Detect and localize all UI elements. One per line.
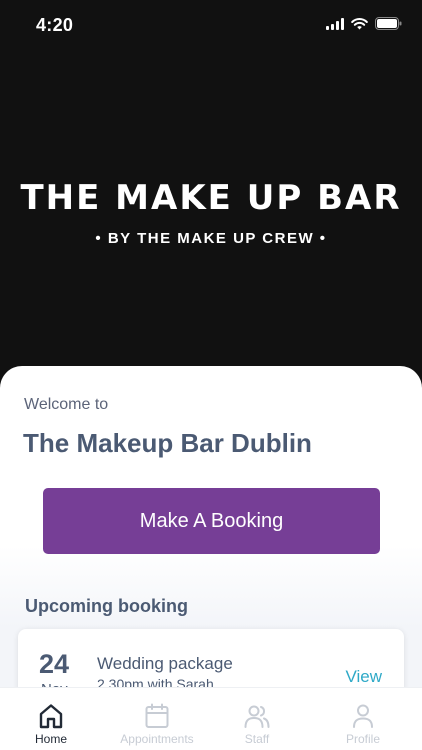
status-icons [326, 17, 402, 30]
brand-logo: THE MAKE UP BAR • BY THE MAKE UP CREW • [0, 178, 422, 247]
tab-appointments[interactable]: Appointments [112, 702, 202, 746]
upcoming-booking-heading: Upcoming booking [25, 596, 188, 616]
person-icon [353, 704, 373, 728]
status-time: 4:20 [36, 15, 74, 35]
tab-profile-label: Profile [345, 732, 380, 746]
cellular-signal-icon [326, 17, 344, 30]
tab-home[interactable]: Home [6, 702, 96, 746]
tab-home-label: Home [34, 732, 67, 746]
tab-bar: Home Appointments Staff Profile [0, 687, 422, 750]
tab-profile[interactable]: Profile [318, 702, 408, 746]
venue-name: The Makeup Bar Dublin [23, 428, 312, 458]
view-booking-link[interactable]: View [345, 667, 382, 687]
booking-title: Wedding package [97, 654, 233, 673]
tab-staff-label: Staff [244, 732, 270, 746]
calendar-icon [145, 703, 169, 728]
status-bar: 4:20 [0, 0, 422, 50]
home-icon [39, 704, 63, 729]
booking-day: 24 [39, 649, 70, 679]
tab-staff[interactable]: Staff [212, 702, 302, 746]
welcome-text: Welcome to [24, 396, 109, 413]
brand-title: THE MAKE UP BAR [20, 178, 402, 218]
hero-banner: THE MAKE UP BAR • BY THE MAKE UP CREW • [0, 0, 422, 380]
brand-subtitle: • BY THE MAKE UP CREW • [95, 230, 327, 247]
battery-icon [375, 17, 402, 30]
tab-appointments-label: Appointments [120, 732, 194, 746]
people-icon [244, 705, 270, 728]
make-booking-button[interactable]: Make A Booking [43, 488, 380, 554]
wifi-icon [351, 17, 368, 29]
